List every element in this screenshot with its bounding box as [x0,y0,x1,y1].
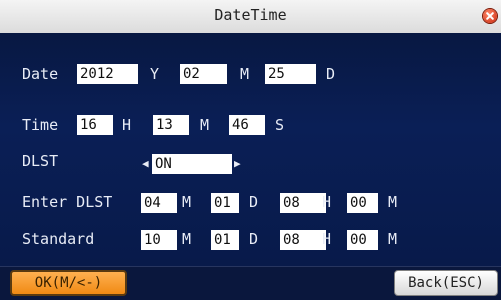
year-field[interactable]: 2012 [77,64,138,84]
enter-dlst-hour-field[interactable]: 08 [280,193,326,213]
second-field[interactable]: 46 [229,115,265,135]
back-button[interactable]: Back(ESC) [394,270,498,296]
month-field[interactable]: 02 [180,64,227,84]
day-unit-label: D [326,65,336,83]
second-unit-label: S [275,116,285,134]
standard-day-field[interactable]: 01 [211,230,239,250]
ok-button[interactable]: OK(M/<-) [10,270,127,296]
standard-day-unit: D [249,230,259,248]
settings-panel: Date 2012 Y 02 M 25 D Time 16 H 13 M 46 … [0,33,501,266]
dlst-select[interactable]: ON [152,154,232,174]
standard-hour-field[interactable]: 08 [280,230,326,250]
standard-minute-unit: M [388,230,398,248]
enter-dlst-month-unit: M [182,193,192,211]
left-arrow-icon[interactable]: ◀ [142,154,149,174]
enter-dlst-label: Enter DLST [22,193,113,211]
enter-dlst-day-unit: D [249,193,259,211]
window-title: DateTime [214,6,287,24]
year-unit-label: Y [150,65,160,83]
enter-dlst-minute-field[interactable]: 00 [347,193,378,213]
standard-label: Standard [22,230,95,248]
hour-unit-label: H [122,116,132,134]
standard-month-unit: M [182,230,192,248]
minute-unit-label: M [200,116,210,134]
month-unit-label: M [240,65,250,83]
enter-dlst-hour-unit: H [322,193,332,211]
minute-field[interactable]: 13 [153,115,189,135]
date-label: Date [22,65,59,83]
standard-month-field[interactable]: 10 [141,230,177,250]
enter-dlst-day-field[interactable]: 01 [211,193,239,213]
enter-dlst-month-field[interactable]: 04 [141,193,177,213]
hour-field[interactable]: 16 [77,115,113,135]
enter-dlst-minute-unit: M [388,193,398,211]
standard-hour-unit: H [322,230,332,248]
time-label: Time [22,116,59,134]
standard-minute-field[interactable]: 00 [347,230,378,250]
bottom-bar: OK(M/<-) Back(ESC) [0,266,501,300]
close-icon[interactable] [483,9,497,23]
day-field[interactable]: 25 [265,64,316,84]
title-bar: DateTime [0,0,501,34]
right-arrow-icon[interactable]: ▶ [234,154,241,174]
dlst-label: DLST [22,152,59,170]
